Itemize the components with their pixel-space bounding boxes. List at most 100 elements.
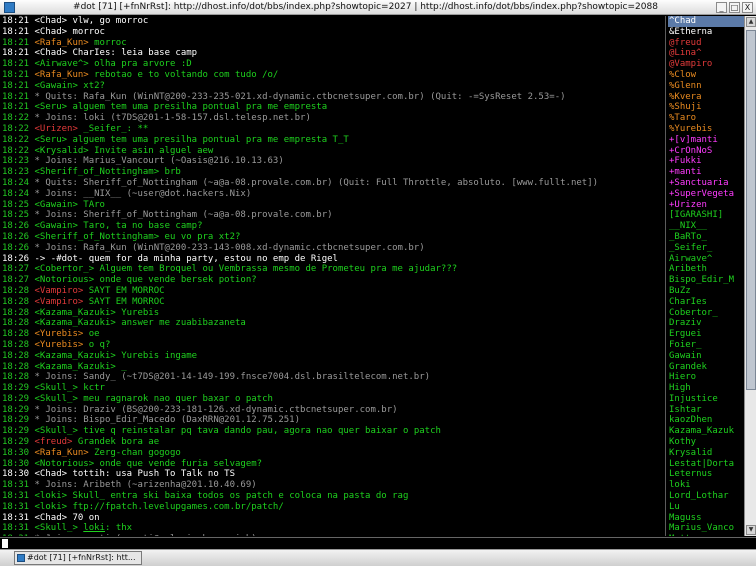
nick-list-item[interactable]: ^Chad bbox=[668, 16, 744, 27]
message-text: Zerg-chan gogogo bbox=[88, 447, 181, 458]
minimize-button[interactable]: _ bbox=[716, 1, 727, 13]
nick-list-item[interactable]: Ishtar bbox=[668, 405, 744, 416]
close-button[interactable]: X bbox=[742, 1, 753, 13]
message-text: Alguem tem Broquel ou Vembrassa mesmo de… bbox=[94, 264, 458, 275]
nick-list-item[interactable]: Kothy bbox=[668, 437, 744, 448]
nick-list-item[interactable]: Bispo_Edir_M bbox=[668, 275, 744, 286]
nick-list-item[interactable]: %Taro bbox=[668, 113, 744, 124]
nick-list-item[interactable]: %Clow bbox=[668, 70, 744, 81]
nick-list-item[interactable]: Maguss bbox=[668, 513, 744, 524]
nick-label: <Kazama_Kazuki> bbox=[34, 307, 116, 318]
nick-list-item[interactable]: Kazama_Kazuk bbox=[668, 426, 744, 437]
chat-log[interactable]: 18:21 <Chad> vlw, go morroc 18:21 <Chad> … bbox=[0, 16, 666, 536]
nick-list-item[interactable]: %Glenn bbox=[668, 81, 744, 92]
nick-list-item[interactable]: BuZz bbox=[668, 286, 744, 297]
nick-list-item[interactable]: @Lina^ bbox=[668, 48, 744, 59]
nick-list-item[interactable]: loki bbox=[668, 480, 744, 491]
nick-list-item[interactable]: +Urizen bbox=[668, 200, 744, 211]
nick-label: <Sheriff_of_Nottingham> bbox=[34, 167, 160, 178]
chat-line: 18:27 <Notorious> onde que vende bersek … bbox=[0, 275, 665, 286]
nick-label: <Yurebis> bbox=[34, 339, 84, 350]
nick-label: <Kazama_Kazuki> bbox=[34, 361, 116, 372]
nick-label: <Skull_> bbox=[34, 426, 78, 437]
chat-line: 18:28 <Kazama_Kazuki> answer me zuabibaz… bbox=[0, 318, 665, 329]
nick-list-item[interactable]: Draziv bbox=[668, 318, 744, 329]
message-text: * Joins: Rafa_Kun (WinNT@200-233-143-008… bbox=[34, 242, 425, 253]
timestamp: 18:30 bbox=[2, 458, 30, 469]
chat-line: 18:29 <Skull_> meu ragnarok nao quer bax… bbox=[0, 394, 665, 405]
nick-list-item[interactable]: +Sanctuaria bbox=[668, 178, 744, 189]
nick-list-item[interactable]: Lestat|Dorta bbox=[668, 459, 744, 470]
nick-label: <loki> bbox=[34, 491, 68, 502]
message-text: * Joins: Draziv (BS@200-233-181-126.xd-d… bbox=[34, 404, 398, 415]
nick-label: <Rafa_Kun> bbox=[34, 69, 89, 80]
nick-label: <Airwave^> bbox=[34, 59, 89, 70]
timestamp: 18:26 bbox=[2, 242, 30, 253]
nick-list-item[interactable]: +manti bbox=[668, 167, 744, 178]
chat-line: 18:30 <Chad> tottih: usa Push To Talk no… bbox=[0, 469, 665, 480]
scroll-up-icon[interactable]: ▲ bbox=[746, 17, 756, 27]
message-text[interactable]: loki bbox=[83, 523, 105, 533]
message-text: 70 on bbox=[67, 512, 100, 523]
nick-label: <Vampiro> bbox=[34, 296, 84, 307]
nick-label: <Skull_> bbox=[34, 523, 78, 534]
nick-list-item[interactable]: +CrOnNoS bbox=[668, 146, 744, 157]
nick-list-item[interactable]: Foier_ bbox=[668, 340, 744, 351]
nick-list-item[interactable]: Leternus bbox=[668, 469, 744, 480]
nick-list-item[interactable]: +[v]manti bbox=[668, 135, 744, 146]
chat-line: 18:26 <Sheriff_of_Nottingham> eu vo pra … bbox=[0, 232, 665, 243]
maximize-button[interactable]: □ bbox=[729, 1, 740, 13]
nick-list-item[interactable]: _Seifer_ bbox=[668, 243, 744, 254]
nick-list-item[interactable]: +Fukki bbox=[668, 156, 744, 167]
timestamp: 18:31 bbox=[2, 491, 30, 502]
nick-list-item[interactable]: Airwave^ bbox=[668, 254, 744, 265]
nick-list-item[interactable]: High bbox=[668, 383, 744, 394]
nick-label: <loki> bbox=[34, 501, 68, 512]
nick-list-item[interactable]: Matter bbox=[668, 534, 744, 536]
message-text: Invite asin alguel aew bbox=[88, 145, 214, 156]
nick-label: <Gawain> bbox=[34, 221, 78, 232]
nick-list-item[interactable]: [IGARASHI] bbox=[668, 210, 744, 221]
chat-line: 18:21 <Rafa_Kun> rebotao e to voltando c… bbox=[0, 70, 665, 81]
nick-list-item[interactable]: %Yurebis bbox=[668, 124, 744, 135]
nick-list-item[interactable]: kaozDhen bbox=[668, 415, 744, 426]
nick-list-item[interactable]: Gawain bbox=[668, 351, 744, 362]
nick-list-item[interactable]: __NIX__ bbox=[668, 221, 744, 232]
nick-list-item[interactable]: +SuperVegeta bbox=[668, 189, 744, 200]
nick-list-item[interactable]: Hiero bbox=[668, 372, 744, 383]
chat-line: 18:27 <Cobertor_> Alguem tem Broquel ou … bbox=[0, 264, 665, 275]
nick-label: <Kazama_Kazuki> bbox=[34, 350, 116, 361]
message-text: rebotao e to voltando com tudo /o/ bbox=[88, 69, 279, 80]
nick-label: <Rafa_Kun> bbox=[34, 447, 89, 458]
chat-line: 18:21 <Rafa_Kun> morroc bbox=[0, 38, 665, 49]
nick-list-item[interactable]: Lu bbox=[668, 502, 744, 513]
nick-list-item[interactable]: @Vampiro bbox=[668, 59, 744, 70]
nick-list-item[interactable]: @freud bbox=[668, 38, 744, 49]
timestamp: 18:29 bbox=[2, 393, 30, 404]
nick-list-item[interactable]: Marius_Vanco bbox=[668, 523, 744, 534]
chat-line: 18:24 * Joins: __NIX__ (~user@dot.hacker… bbox=[0, 189, 665, 200]
nick-list-scrollbar[interactable]: ▲ ▼ bbox=[744, 16, 756, 536]
nick-list-item[interactable]: Erguei bbox=[668, 329, 744, 340]
nick-list-item[interactable]: _BaRTo_ bbox=[668, 232, 744, 243]
scroll-down-icon[interactable]: ▼ bbox=[746, 525, 756, 535]
nick-list-item[interactable]: %Shuji bbox=[668, 102, 744, 113]
message-input[interactable] bbox=[0, 537, 756, 549]
nick-list-item[interactable]: Injustice bbox=[668, 394, 744, 405]
nick-list[interactable]: ^Chad &Etherna @freud @Lina^ @Vampiro %Clow %G… bbox=[668, 16, 744, 536]
nick-list-item[interactable]: Grandek bbox=[668, 362, 744, 373]
timestamp: 18:31 bbox=[2, 480, 30, 491]
nick-list-item[interactable]: Lord_Lothar bbox=[668, 491, 744, 502]
nick-list-item[interactable]: Cobertor_ bbox=[668, 308, 744, 319]
chat-line: 18:29 <freud> Grandek bora ae bbox=[0, 437, 665, 448]
timestamp: 18:30 bbox=[2, 447, 30, 458]
nick-list-item[interactable]: %Kvera bbox=[668, 92, 744, 103]
message-text: o q? bbox=[83, 339, 111, 350]
taskbar-window-button[interactable]: #dot [71] [+fnNrRst]: htt... bbox=[14, 551, 142, 565]
timestamp: 18:31 bbox=[2, 501, 30, 512]
nick-list-item[interactable]: Krysalid bbox=[668, 448, 744, 459]
nick-list-item[interactable]: &Etherna bbox=[668, 27, 744, 38]
nick-list-item[interactable]: CharIes bbox=[668, 297, 744, 308]
nick-list-item[interactable]: Aribeth bbox=[668, 264, 744, 275]
scroll-thumb[interactable] bbox=[746, 30, 756, 390]
